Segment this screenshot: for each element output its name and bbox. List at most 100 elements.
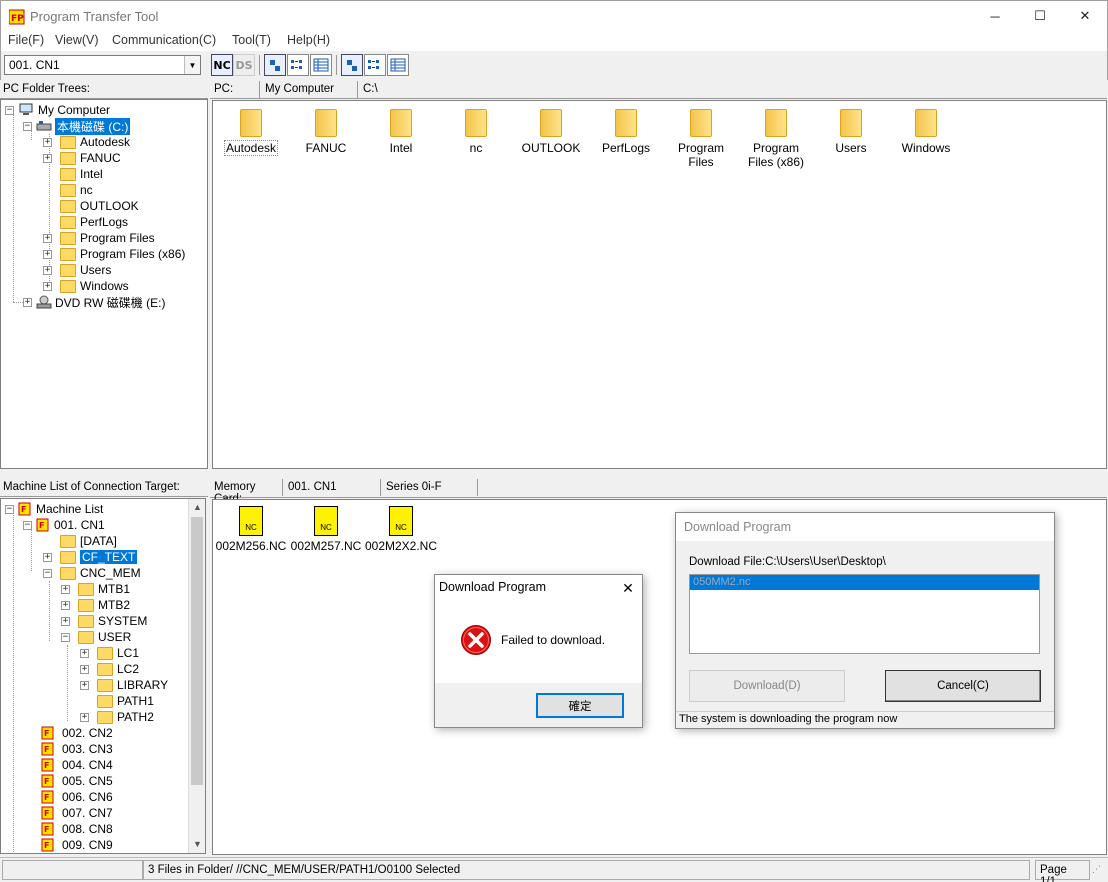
tree-item-cn[interactable]: F 007. CN7: [41, 805, 113, 821]
tree-item-cn[interactable]: F 008. CN8: [41, 821, 113, 837]
nc-file-item[interactable]: NC 002M257.NC: [286, 506, 366, 553]
menu-tool[interactable]: Tool(T): [232, 33, 271, 47]
machine-large-icons-view-icon[interactable]: [341, 54, 363, 76]
tree-item-machine-list[interactable]: − F Machine List: [5, 501, 103, 517]
tree-item-folder[interactable]: + Users: [43, 262, 111, 278]
collapse-icon[interactable]: −: [23, 520, 32, 530]
tree-item-cn[interactable]: F 003. CN3: [41, 741, 113, 757]
machine-tree-scrollbar[interactable]: ▲ ▼: [188, 499, 205, 853]
folder-item[interactable]: PerfLogs: [591, 109, 661, 155]
expand-icon[interactable]: +: [43, 249, 52, 259]
expand-icon[interactable]: +: [61, 600, 70, 610]
tree-item-folder[interactable]: − CNC_MEM: [43, 565, 141, 581]
expand-icon[interactable]: +: [61, 584, 70, 594]
expand-icon[interactable]: +: [80, 712, 89, 722]
folder-item[interactable]: Autodesk: [216, 109, 286, 156]
menu-file[interactable]: File(F): [8, 33, 44, 47]
file-label: 002M2X2.NC: [364, 539, 438, 553]
folder-item[interactable]: nc: [441, 109, 511, 155]
menu-communication[interactable]: Communication(C): [112, 33, 216, 47]
cancel-button[interactable]: Cancel(C): [885, 670, 1041, 702]
minimize-button[interactable]: ─: [972, 1, 1018, 31]
tree-item-folder[interactable]: + LC2: [80, 661, 139, 677]
tree-item-dvd-drive[interactable]: + DVD RW 磁碟機 (E:): [23, 294, 165, 310]
error-dialog-close-icon[interactable]: ✕: [617, 577, 639, 599]
tree-item-folder[interactable]: [DATA]: [60, 533, 117, 549]
tree-item-folder[interactable]: + Program Files (x86): [43, 246, 185, 262]
folder-item[interactable]: Users: [816, 109, 886, 155]
expand-icon[interactable]: +: [80, 648, 89, 658]
tree-item-folder[interactable]: PerfLogs: [60, 214, 128, 230]
tree-item-folder[interactable]: − USER: [61, 629, 131, 645]
nc-file-item[interactable]: NC 002M256.NC: [211, 506, 291, 553]
expand-icon[interactable]: +: [43, 137, 52, 147]
nc-mode-button[interactable]: NC: [211, 54, 233, 76]
download-file-item[interactable]: 050MM2.nc: [690, 575, 1039, 590]
tree-item-folder[interactable]: + CF_TEXT: [43, 549, 138, 565]
list-view-icon[interactable]: [287, 54, 309, 76]
expand-icon[interactable]: +: [43, 281, 52, 291]
download-file-list[interactable]: 050MM2.nc: [689, 574, 1040, 654]
folder-item[interactable]: Windows: [891, 109, 961, 155]
tree-item-cn[interactable]: F 005. CN5: [41, 773, 113, 789]
tree-item-folder[interactable]: + Autodesk: [43, 134, 130, 150]
tree-item-folder[interactable]: PATH1: [97, 693, 154, 709]
machine-select[interactable]: 001. CN1 ▼: [4, 55, 201, 75]
menu-help[interactable]: Help(H): [287, 33, 330, 47]
tree-item-cn[interactable]: − F 001. CN1: [23, 517, 105, 533]
tree-item-cn[interactable]: F 004. CN4: [41, 757, 113, 773]
chevron-down-icon[interactable]: ▼: [184, 56, 200, 74]
tree-item-folder[interactable]: + LIBRARY: [80, 677, 168, 693]
tree-item-drive-c[interactable]: − 本機磁碟 (C:): [23, 117, 131, 135]
folder-item[interactable]: Program Files: [666, 109, 736, 169]
maximize-button[interactable]: ☐: [1017, 1, 1063, 31]
folder-item[interactable]: Program Files (x86): [741, 109, 811, 169]
expand-icon[interactable]: +: [61, 616, 70, 626]
tree-item-cn[interactable]: F 009. CN9: [41, 837, 113, 853]
tree-item-folder[interactable]: + MTB1: [61, 581, 130, 597]
tree-item-cn[interactable]: F 006. CN6: [41, 789, 113, 805]
tree-item-folder[interactable]: + LC1: [80, 645, 139, 661]
tree-item-folder[interactable]: + PATH2: [80, 709, 154, 725]
tree-item-folder[interactable]: + Program Files: [43, 230, 155, 246]
close-button[interactable]: ✕: [1062, 1, 1108, 31]
tree-item-folder[interactable]: Intel: [60, 166, 103, 182]
tree-item-folder[interactable]: nc: [60, 182, 93, 198]
resize-grip-icon[interactable]: ⋰: [1092, 864, 1106, 878]
large-icons-view-icon[interactable]: [264, 54, 286, 76]
tree-item-folder[interactable]: + MTB2: [61, 597, 130, 613]
expand-icon[interactable]: +: [43, 233, 52, 243]
collapse-icon[interactable]: −: [5, 504, 14, 514]
collapse-icon[interactable]: −: [43, 568, 52, 578]
details-view-icon[interactable]: [310, 54, 332, 76]
tree-item-folder[interactable]: OUTLOOK: [60, 198, 139, 214]
tree-item-folder[interactable]: + FANUC: [43, 150, 121, 166]
nc-file-item[interactable]: NC 002M2X2.NC: [361, 506, 441, 553]
collapse-icon[interactable]: −: [23, 121, 32, 131]
tree-item-cn[interactable]: F 002. CN2: [41, 725, 113, 741]
expand-icon[interactable]: +: [43, 552, 52, 562]
folder-item[interactable]: Intel: [366, 109, 436, 155]
ok-button[interactable]: 確定: [536, 693, 624, 718]
expand-icon[interactable]: +: [23, 297, 32, 307]
machine-list-view-icon[interactable]: [364, 54, 386, 76]
machine-details-view-icon[interactable]: [387, 54, 409, 76]
folder-item[interactable]: OUTLOOK: [516, 109, 586, 155]
expand-icon[interactable]: +: [80, 680, 89, 690]
menu-view[interactable]: View(V): [55, 33, 99, 47]
scroll-up-icon[interactable]: ▲: [189, 499, 205, 516]
tree-label: Machine List: [36, 502, 104, 516]
ds-mode-button[interactable]: DS: [233, 54, 255, 76]
collapse-icon[interactable]: −: [61, 632, 70, 642]
scrollbar-thumb[interactable]: [191, 517, 203, 785]
collapse-icon[interactable]: −: [5, 105, 14, 115]
tree-item-folder[interactable]: + SYSTEM: [61, 613, 147, 629]
tree-item-folder[interactable]: + Windows: [43, 278, 129, 294]
scroll-down-icon[interactable]: ▼: [189, 836, 205, 853]
expand-icon[interactable]: +: [43, 153, 52, 163]
folder-item[interactable]: FANUC: [291, 109, 361, 155]
expand-icon[interactable]: +: [43, 265, 52, 275]
tree-item-my-computer[interactable]: − My Computer: [5, 102, 110, 118]
download-button[interactable]: Download(D): [689, 670, 845, 702]
expand-icon[interactable]: +: [80, 664, 89, 674]
